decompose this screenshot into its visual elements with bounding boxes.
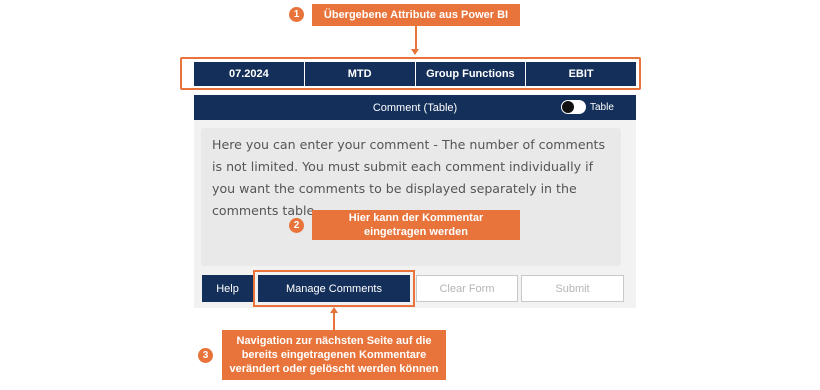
toggle-knob bbox=[562, 101, 574, 113]
clear-form-button[interactable]: Clear Form bbox=[416, 275, 518, 302]
callout-1-label: Übergebene Attribute aus Power BI bbox=[312, 4, 520, 26]
attribute-measure: EBIT bbox=[568, 68, 594, 80]
table-toggle-label: Table bbox=[590, 102, 614, 113]
comment-placeholder: Here you can enter your comment - The nu… bbox=[212, 137, 606, 218]
comment-header-bar: Comment (Table) Table bbox=[194, 95, 636, 120]
callout-2-number: 2 bbox=[289, 218, 304, 233]
attribute-timeframe: MTD bbox=[305, 62, 416, 86]
table-view-toggle[interactable] bbox=[561, 100, 586, 114]
callout-3-connector bbox=[333, 312, 335, 330]
callout-2-label: Hier kann der Kommentar eingetragen werd… bbox=[312, 210, 520, 240]
submit-button[interactable]: Submit bbox=[521, 275, 624, 302]
callout-3-number: 3 bbox=[198, 348, 213, 363]
callout-1-connector bbox=[415, 26, 417, 50]
attribute-entity: Group Functions bbox=[416, 62, 527, 86]
callout-1-arrow bbox=[411, 49, 419, 55]
callout-3-label: Navigation zur nächsten Seite auf die be… bbox=[222, 330, 446, 380]
callout-1-number: 1 bbox=[289, 7, 304, 22]
help-button[interactable]: Help bbox=[202, 275, 253, 302]
attribute-period: 07.2024 bbox=[194, 62, 305, 86]
attributes-bar: 07.2024 MTD Group Functions EBIT bbox=[194, 62, 636, 86]
manage-comments-button[interactable]: Manage Comments bbox=[258, 275, 410, 302]
